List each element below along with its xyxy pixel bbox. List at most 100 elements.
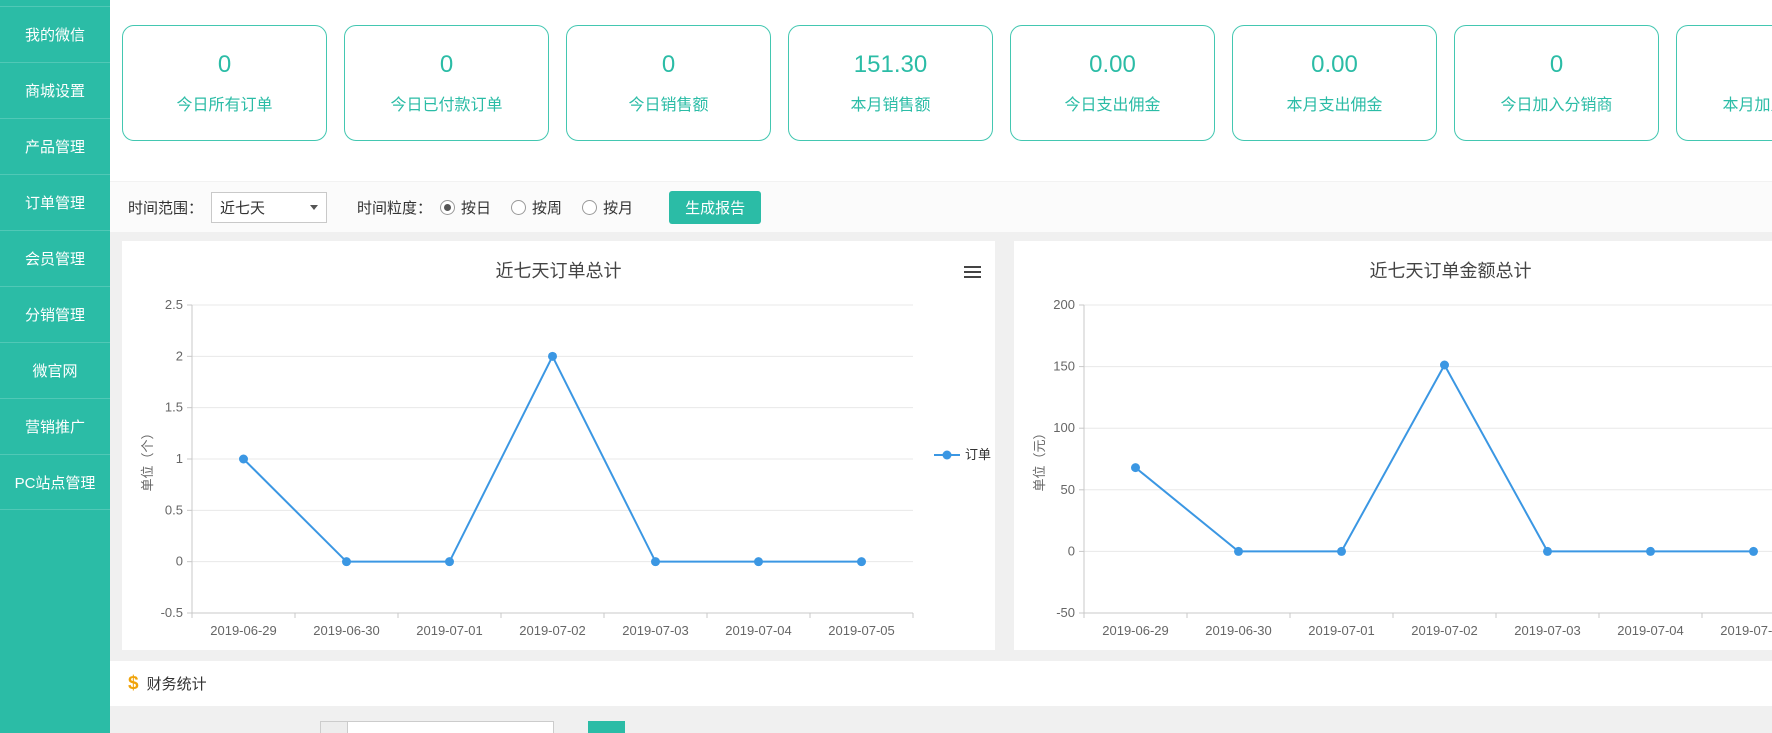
svg-text:0: 0 — [176, 554, 183, 569]
main-content: 0 今日所有订单 0 今日已付款订单 0 今日销售额 151.30 本月销售额 … — [110, 0, 1772, 733]
stat-card: 0 今日加入分销商 — [1454, 25, 1659, 141]
svg-text:2019-06-29: 2019-06-29 — [210, 623, 277, 638]
bottom-controls — [110, 721, 625, 733]
stat-card: 0 今日销售额 — [566, 25, 771, 141]
caret-down-icon — [310, 205, 318, 210]
svg-text:2.5: 2.5 — [165, 297, 183, 312]
svg-text:2019-07-02: 2019-07-02 — [1411, 623, 1478, 638]
granularity-radio[interactable]: 按日 — [440, 197, 491, 218]
stat-value: 0 — [440, 51, 453, 79]
orders-amount-chart-panel: 近七天订单金额总计 -500501001502002019-06-292019-… — [1014, 241, 1772, 650]
granularity-radio[interactable]: 按周 — [511, 197, 562, 218]
filter-bar: 时间范围： 近七天 时间粒度： 按日 按周 按月 — [110, 181, 1772, 232]
bottom-text-input[interactable] — [348, 721, 554, 733]
stat-label: 今日销售额 — [628, 91, 708, 115]
granularity-radio[interactable]: 按月 — [582, 197, 633, 218]
svg-text:单位（元）: 单位（元） — [1032, 426, 1047, 491]
svg-text:2019-06-30: 2019-06-30 — [313, 623, 380, 638]
stat-label: 今日已付款订单 — [390, 91, 502, 115]
stat-label: 今日加入分销商 — [1500, 91, 1612, 115]
sidebar-item-label: 会员管理 — [25, 248, 85, 269]
stat-value: 0 — [218, 51, 231, 79]
stat-card: 0 今日已付款订单 — [344, 25, 549, 141]
bottom-action-button[interactable] — [588, 721, 625, 733]
stat-card: 151.30 本月销售额 — [788, 25, 993, 141]
svg-text:2019-07-05: 2019-07-05 — [828, 623, 895, 638]
svg-text:2019-07-02: 2019-07-02 — [519, 623, 586, 638]
stat-value: 0.00 — [1089, 51, 1136, 79]
radio-circle-icon — [511, 200, 526, 215]
sidebar-item[interactable]: PC站点管理 — [0, 454, 110, 510]
stat-label: 今日所有订单 — [176, 91, 272, 115]
stat-label: 今日支出佣金 — [1064, 91, 1160, 115]
time-range-selected-value: 近七天 — [220, 197, 265, 218]
sidebar-item[interactable]: 会员管理 — [0, 230, 110, 286]
sidebar-item-label: 微官网 — [32, 360, 77, 381]
svg-text:单位（个）: 单位（个） — [140, 426, 155, 491]
stat-value: 0 — [662, 51, 675, 79]
sidebar-item[interactable]: 商城设置 — [0, 62, 110, 118]
stats-row: 0 今日所有订单 0 今日已付款订单 0 今日销售额 151.30 本月销售额 … — [110, 0, 1772, 181]
sidebar-item-label: 产品管理 — [25, 136, 85, 157]
svg-text:0: 0 — [1068, 543, 1075, 558]
stat-label: 本月销售额 — [850, 91, 930, 115]
sidebar-item-label: 营销推广 — [25, 416, 85, 437]
svg-text:200: 200 — [1053, 297, 1075, 312]
radio-label: 按月 — [603, 197, 633, 218]
sidebar-item[interactable]: 产品管理 — [0, 118, 110, 174]
charts-row: 近七天订单总计 -0.500.511.522.52019-06-292019-0… — [110, 241, 1772, 650]
svg-text:-0.5: -0.5 — [161, 605, 183, 620]
svg-text:2019-07-03: 2019-07-03 — [1514, 623, 1581, 638]
sidebar-item-label: 分销管理 — [25, 304, 85, 325]
svg-text:2019-07-01: 2019-07-01 — [416, 623, 483, 638]
stat-value: 151.30 — [854, 51, 927, 79]
sidebar-item[interactable]: 订单管理 — [0, 174, 110, 230]
stat-value: 0.00 — [1311, 51, 1358, 79]
svg-text:50: 50 — [1061, 482, 1075, 497]
stat-card: 0 本月加入分销商 — [1676, 25, 1772, 141]
svg-text:1.5: 1.5 — [165, 400, 183, 415]
stat-value: 0 — [1550, 51, 1563, 79]
sidebar-item-label: 订单管理 — [25, 192, 85, 213]
sidebar-item-label: 商城设置 — [25, 80, 85, 101]
radio-label: 按周 — [532, 197, 562, 218]
svg-text:2019-07-04: 2019-07-04 — [725, 623, 792, 638]
sidebar-item-label: 我的微信 — [25, 24, 85, 45]
stat-label: 本月支出佣金 — [1286, 91, 1382, 115]
svg-text:150: 150 — [1053, 359, 1075, 374]
sidebar-item[interactable]: 分销管理 — [0, 286, 110, 342]
svg-text:2: 2 — [176, 348, 183, 363]
input-addon-button[interactable] — [320, 721, 348, 733]
svg-text:2019-07-04: 2019-07-04 — [1617, 623, 1684, 638]
radio-label: 按日 — [461, 197, 491, 218]
svg-text:2019-06-30: 2019-06-30 — [1205, 623, 1272, 638]
radio-circle-icon — [582, 200, 597, 215]
svg-text:2019-06-29: 2019-06-29 — [1102, 623, 1169, 638]
stat-label: 本月加入分销商 — [1722, 91, 1772, 115]
sidebar: 我的微信 商城设置 产品管理 订单管理 会员管理 分销管理 微官网 营销推广 P… — [0, 0, 110, 733]
finance-section-header[interactable]: $ 财务统计 — [110, 661, 1772, 706]
granularity-label: 时间粒度： — [357, 197, 432, 218]
finance-section-title: 财务统计 — [147, 673, 207, 694]
orders-count-chart-panel: 近七天订单总计 -0.500.511.522.52019-06-292019-0… — [122, 241, 995, 650]
time-range-select[interactable]: 近七天 — [211, 192, 327, 223]
sidebar-item[interactable]: 营销推广 — [0, 398, 110, 454]
stat-card: 0.00 本月支出佣金 — [1232, 25, 1437, 141]
svg-text:0.5: 0.5 — [165, 502, 183, 517]
dollar-icon: $ — [128, 673, 139, 695]
stat-card: 0 今日所有订单 — [122, 25, 327, 141]
granularity-options: 按日 按周 按月 — [440, 197, 653, 218]
sidebar-item-label: PC站点管理 — [15, 472, 96, 493]
stat-card: 0.00 今日支出佣金 — [1010, 25, 1215, 141]
svg-text:100: 100 — [1053, 420, 1075, 435]
svg-text:2019-07-05: 2019-07-05 — [1720, 623, 1772, 638]
svg-text:2019-07-01: 2019-07-01 — [1308, 623, 1375, 638]
sidebar-item[interactable]: 微官网 — [0, 342, 110, 398]
sidebar-item[interactable]: 我的微信 — [0, 6, 110, 62]
generate-report-button[interactable]: 生成报告 — [669, 191, 761, 224]
svg-text:-50: -50 — [1056, 605, 1075, 620]
orders-amount-chart-canvas[interactable]: -50 0 50 100 150 200 2019-06-29 2019-06-30 2019-… — [1014, 241, 1772, 650]
radio-circle-icon — [440, 200, 455, 215]
orders-count-chart-canvas[interactable]: -0.500.511.522.52019-06-292019-06-302019… — [122, 241, 995, 650]
time-range-label: 时间范围： — [128, 197, 203, 218]
